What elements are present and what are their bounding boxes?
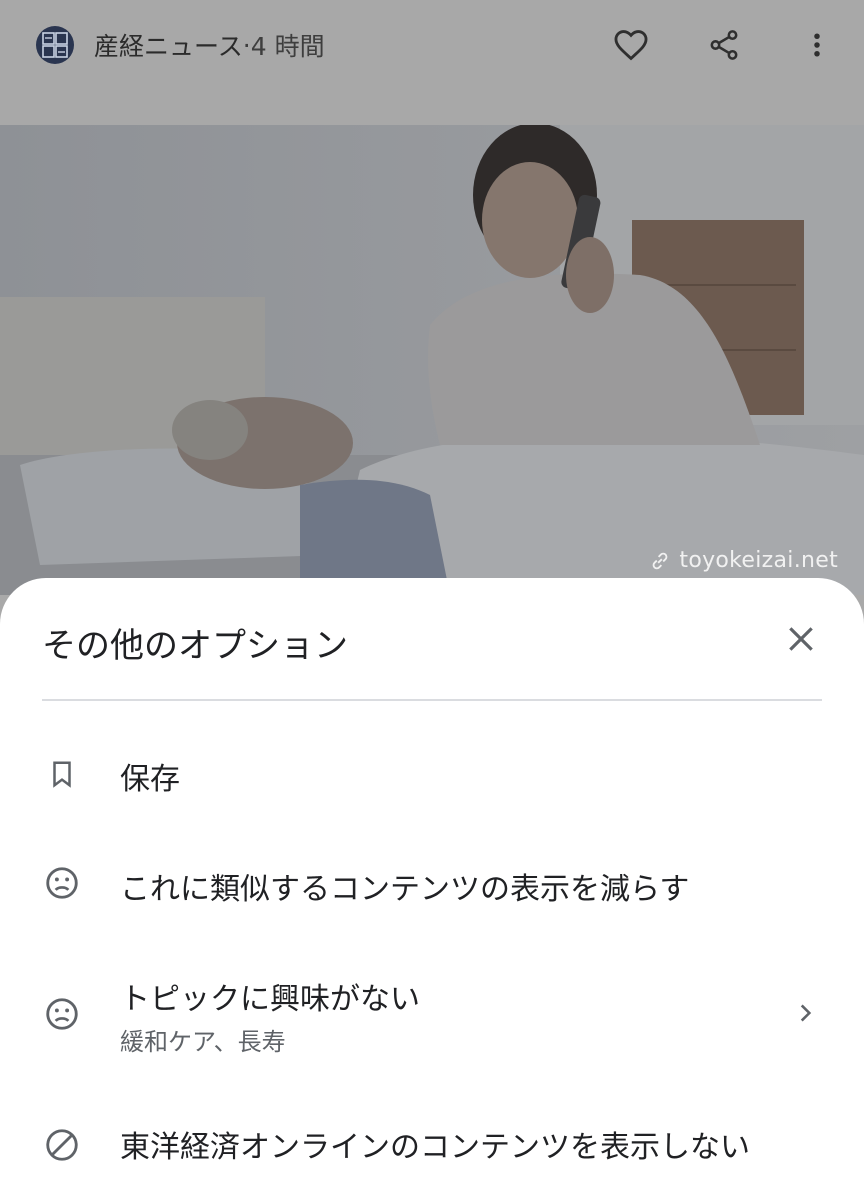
more-options-sheet: その他のオプション 保存 これに類似するコンテンツの表示を減らす トピックに興味… [0,578,864,1200]
photo-illustration [0,125,864,595]
close-icon [789,627,813,651]
share-icon[interactable] [703,24,745,66]
separator: · [242,30,251,60]
article-photo[interactable] [0,125,864,595]
source-name[interactable]: 産経ニュース [94,27,243,63]
screen: 産経ニュース · 4 時間 toyokeizai.net その他のオプション 保… [0,0,864,1200]
chevron-right-icon [790,998,820,1028]
option-not-interested-topic[interactable]: トピックに興味がない 緩和ケア、長寿 [0,968,864,1068]
article-header: 産経ニュース · 4 時間 [0,0,864,125]
favorite-icon[interactable] [610,24,652,66]
image-credit[interactable]: toyokeizai.net [649,548,838,573]
option-show-less-like-this[interactable]: これに類似するコンテンツの表示を減らす [0,856,864,936]
time-ago: 4 時間 [250,32,325,61]
source-logo-mark [42,32,68,58]
sad-face-icon [42,863,82,903]
option-save[interactable]: 保存 [0,746,864,826]
more-vert-icon[interactable] [796,24,838,66]
option-sublabel: 緩和ケア、長寿 [120,1028,286,1056]
source-logo [36,26,74,64]
block-icon [42,1125,82,1165]
option-block-source[interactable]: 東洋経済オンラインのコンテンツを表示しない [0,1118,864,1198]
image-credit-text[interactable]: toyokeizai.net [679,548,838,573]
sheet-title: その他のオプション [42,626,348,666]
bookmark-icon [42,754,82,794]
sad-face-icon [42,994,82,1034]
option-label: 東洋経済オンラインのコンテンツを表示しない [120,1130,750,1165]
option-label: 保存 [120,762,180,797]
link-icon [653,552,668,569]
sheet-divider [42,699,822,701]
close-button[interactable] [776,614,826,664]
option-label: トピックに興味がない [120,982,420,1017]
source-line[interactable]: 産経ニュース · 4 時間 [94,26,325,64]
option-label: これに類似するコンテンツの表示を減らす [120,872,690,907]
